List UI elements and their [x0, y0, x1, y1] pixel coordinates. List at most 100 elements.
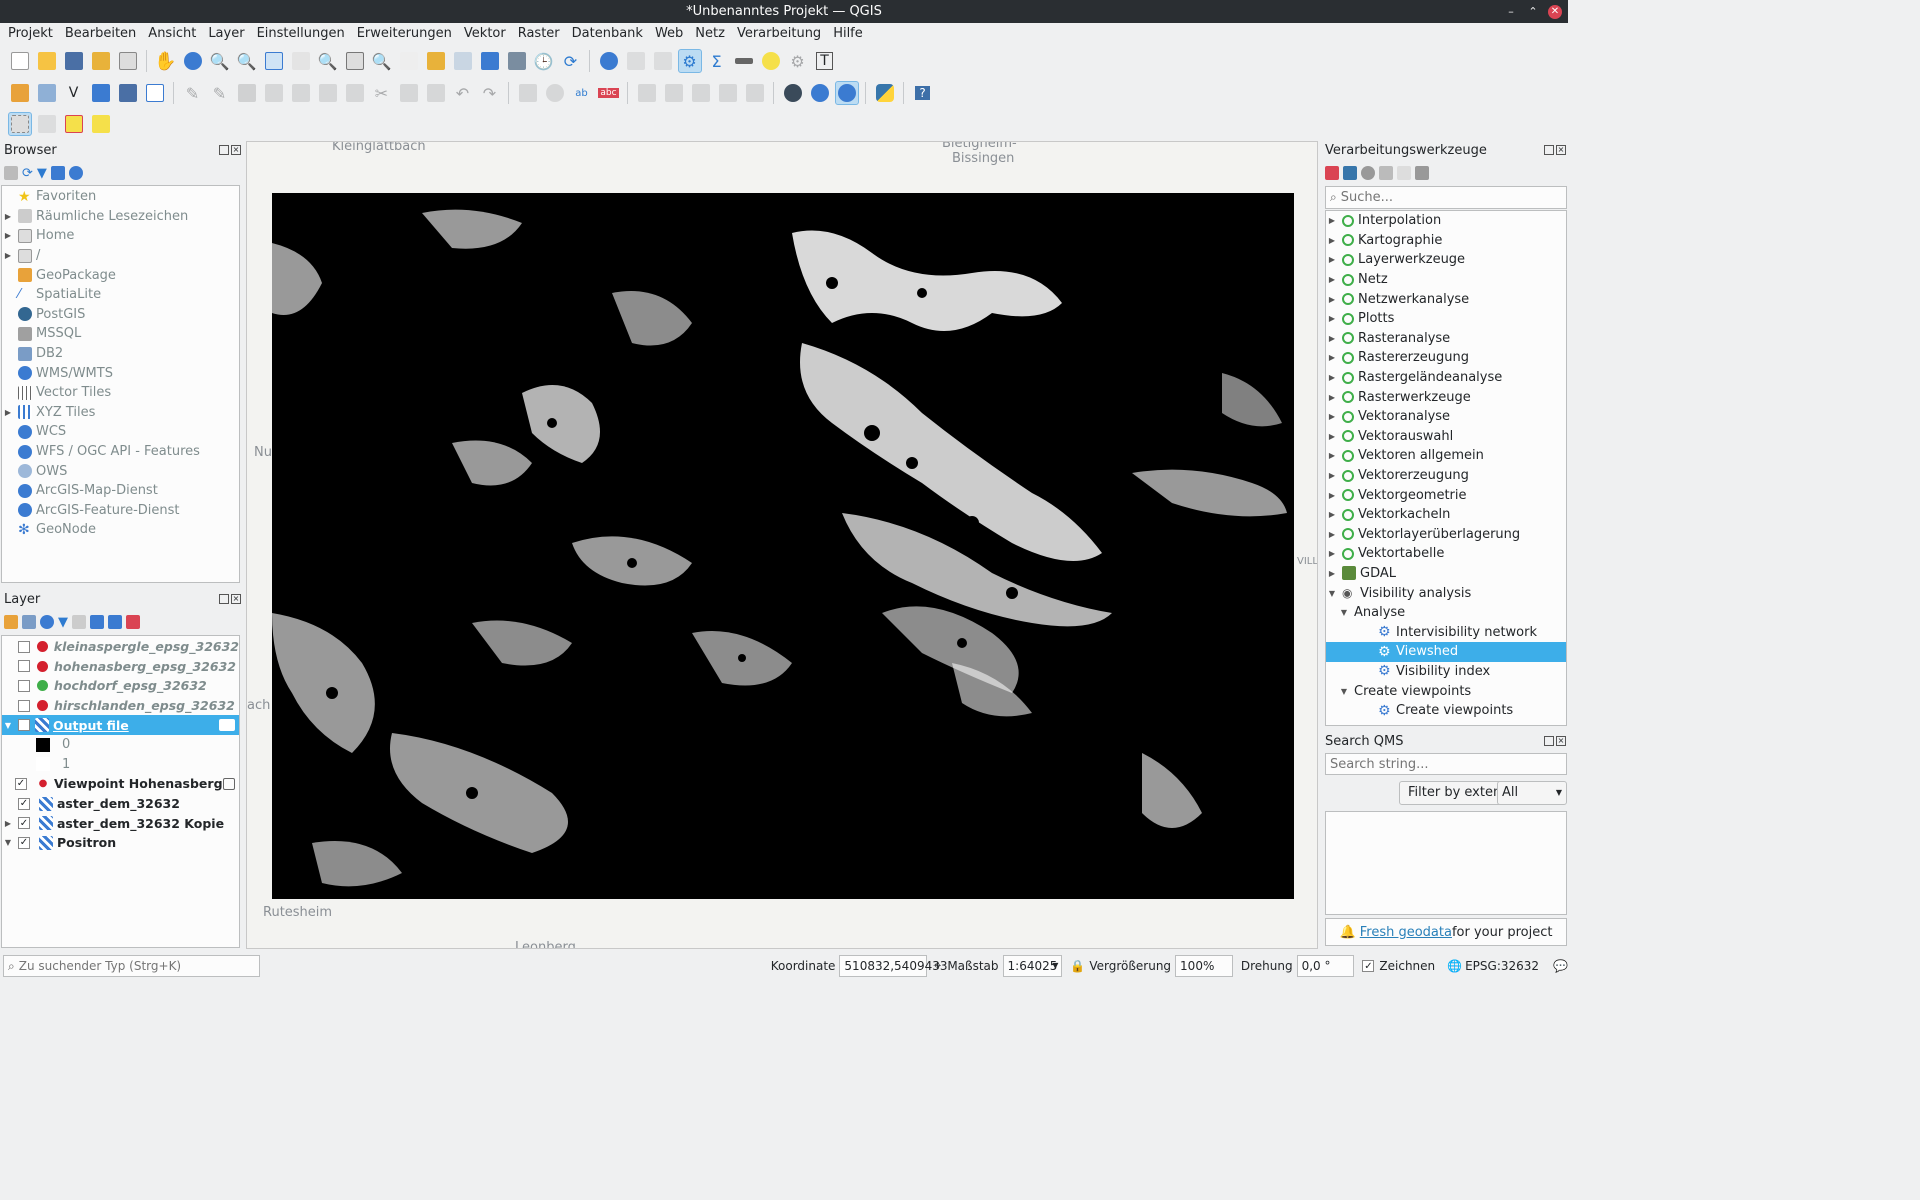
new-virtual-layer-icon[interactable] — [143, 81, 167, 105]
statistics-icon[interactable]: Σ — [705, 49, 729, 73]
close-icon[interactable]: ✕ — [1548, 4, 1562, 19]
layer-checkbox[interactable]: ✓ — [18, 836, 30, 849]
new-shapefile-icon[interactable]: V — [62, 81, 86, 105]
label-abc-icon[interactable]: abc — [597, 81, 621, 105]
menu-bearbeiten[interactable]: Bearbeiten — [59, 23, 142, 45]
layer-item[interactable]: hohenasberg_epsg_32632 — [2, 657, 239, 677]
new-project-icon[interactable] — [8, 49, 32, 73]
processing-item[interactable]: ▶ Netzwerkanalyse — [1326, 289, 1566, 309]
layer-checkbox[interactable] — [18, 679, 30, 692]
remove-layer-icon[interactable] — [126, 615, 140, 629]
results-icon[interactable] — [1379, 166, 1393, 180]
layer-checkbox[interactable] — [18, 699, 30, 712]
select-location-icon[interactable] — [89, 112, 113, 136]
layer-item[interactable]: kleinaspergle_epsg_32632 — [2, 637, 239, 657]
processing-item[interactable]: ▶ GDAL — [1326, 564, 1566, 584]
filter-legend-icon[interactable]: ▼ — [58, 615, 68, 630]
edit-pencil-icon[interactable]: ✎ — [181, 81, 205, 105]
toggle-edit-icon[interactable]: ✎ — [208, 81, 232, 105]
globe-search-icon[interactable] — [834, 81, 859, 105]
browser-item-wcs[interactable]: WCS — [2, 422, 239, 442]
python-console-icon[interactable] — [873, 81, 897, 105]
layer-item[interactable]: ▶ ✓ aster_dem_32632 Kopie — [2, 813, 239, 833]
render-checkbox[interactable]: ✓ — [1362, 960, 1375, 972]
menu-layer[interactable]: Layer — [202, 23, 250, 45]
processing-item[interactable]: ▶ Vektorgeometrie — [1326, 485, 1566, 505]
temporal-icon[interactable]: 🕒 — [532, 49, 556, 73]
layer-indicator-icon[interactable] — [219, 719, 235, 732]
expression-filter-icon[interactable] — [72, 615, 86, 629]
change-label-icon[interactable] — [716, 81, 740, 105]
open-project-icon[interactable] — [35, 49, 59, 73]
processing-item[interactable]: ▶ Plotts — [1326, 309, 1566, 329]
browser-item-wfs[interactable]: WFS / OGC API - Features — [2, 442, 239, 462]
browser-item-geopackage[interactable]: GeoPackage — [2, 265, 239, 285]
float-icon[interactable] — [219, 594, 229, 604]
float-icon[interactable] — [1544, 736, 1554, 746]
layer-checkbox[interactable]: ✓ — [18, 817, 30, 830]
browser-item-ows[interactable]: OWS — [2, 461, 239, 481]
processing-algorithm[interactable]: ⚙ Create viewpoints — [1326, 701, 1566, 721]
processing-item[interactable]: ▶ Rastererzeugung — [1326, 348, 1566, 368]
processing-algorithm[interactable]: ⚙ Visibility index — [1326, 662, 1566, 682]
pan-to-selection-icon[interactable] — [181, 49, 205, 73]
locator-input[interactable] — [18, 959, 259, 973]
map-tips-icon[interactable] — [759, 49, 783, 73]
digitize-icon[interactable] — [262, 81, 286, 105]
close-panel-icon[interactable]: × — [231, 145, 241, 155]
measure-icon[interactable] — [732, 49, 756, 73]
browser-item-wms[interactable]: WMS/WMTS — [2, 363, 239, 383]
scripts-icon[interactable] — [1343, 166, 1357, 180]
processing-item[interactable]: ▶ Vektorerzeugung — [1326, 466, 1566, 486]
menu-ansicht[interactable]: Ansicht — [142, 23, 202, 45]
layer-checkbox[interactable]: ✓ — [18, 797, 30, 810]
processing-algorithm[interactable]: ⚙ Intervisibility network — [1326, 622, 1566, 642]
new-geopackage-icon[interactable] — [35, 81, 59, 105]
identify-icon[interactable] — [597, 49, 621, 73]
rotate-label-icon[interactable] — [689, 81, 713, 105]
layer-item[interactable]: ✓ aster_dem_32632 — [2, 794, 239, 814]
collapse-all-icon[interactable] — [50, 166, 65, 180]
map-canvas[interactable]: Kleinglattbach Bietigheim- Bissingen Nu … — [246, 141, 1318, 949]
zoom-out-icon[interactable]: 🔍 — [235, 49, 259, 73]
processing-group[interactable]: ▼ Analyse — [1326, 603, 1566, 623]
layer-item-output-file[interactable]: ▼ ✓ Output file — [2, 715, 239, 735]
options-icon[interactable] — [1415, 166, 1429, 180]
layer-checkbox[interactable] — [17, 640, 30, 653]
label-props-icon[interactable] — [743, 81, 767, 105]
paste-icon[interactable] — [424, 81, 448, 105]
processing-group[interactable]: ▼ Create viewpoints — [1326, 681, 1566, 701]
undo-icon[interactable]: ↶ — [451, 81, 475, 105]
vertex-tool-icon[interactable] — [289, 81, 313, 105]
browser-item-favoriten[interactable]: ★ Favoriten — [2, 187, 239, 207]
move-label-icon[interactable] — [635, 81, 659, 105]
magnifier-field[interactable]: 100% — [1175, 955, 1233, 977]
processing-item[interactable]: ▶ Layerwerkzeuge — [1326, 250, 1566, 270]
browser-item-db2[interactable]: DB2 — [2, 344, 239, 364]
show-bookmarks-icon[interactable] — [505, 49, 529, 73]
select-by-value-icon[interactable] — [35, 112, 59, 136]
layer-indicator-icon[interactable] — [222, 777, 235, 790]
delete-selected-icon[interactable] — [343, 81, 367, 105]
copy-icon[interactable] — [397, 81, 421, 105]
float-icon[interactable] — [1544, 145, 1554, 155]
processing-toolbox-icon[interactable]: ⚙ — [677, 49, 702, 73]
menu-erweiterungen[interactable]: Erweiterungen — [351, 23, 458, 45]
processing-item[interactable]: ▶ Vektoren allgemein — [1326, 446, 1566, 466]
refresh-browser-icon[interactable]: ⟳ — [22, 166, 33, 181]
menu-raster[interactable]: Raster — [512, 23, 566, 45]
menu-datenbank[interactable]: Datenbank — [566, 23, 649, 45]
properties-icon[interactable] — [68, 166, 83, 180]
maximize-icon[interactable]: ⌃ — [1526, 5, 1540, 19]
processing-item[interactable]: ▶ Rasterwerkzeuge — [1326, 387, 1566, 407]
browser-item-arcgis-feature[interactable]: ArcGIS-Feature-Dienst — [2, 501, 239, 521]
layer-item[interactable]: ✓ ● Viewpoint Hohenasberg — [2, 774, 239, 794]
layer-item[interactable]: ▼ ✓ Positron — [2, 833, 239, 853]
minimize-icon[interactable]: – — [1504, 5, 1518, 19]
rotation-field[interactable]: 0,0 ° — [1296, 955, 1355, 977]
new-map-view-icon[interactable] — [424, 49, 448, 73]
menu-projekt[interactable]: Projekt — [2, 23, 59, 45]
processing-search[interactable]: ⌕ — [1325, 186, 1567, 209]
label-toolbar-icon[interactable] — [516, 81, 540, 105]
globe-add-icon[interactable] — [808, 81, 832, 105]
